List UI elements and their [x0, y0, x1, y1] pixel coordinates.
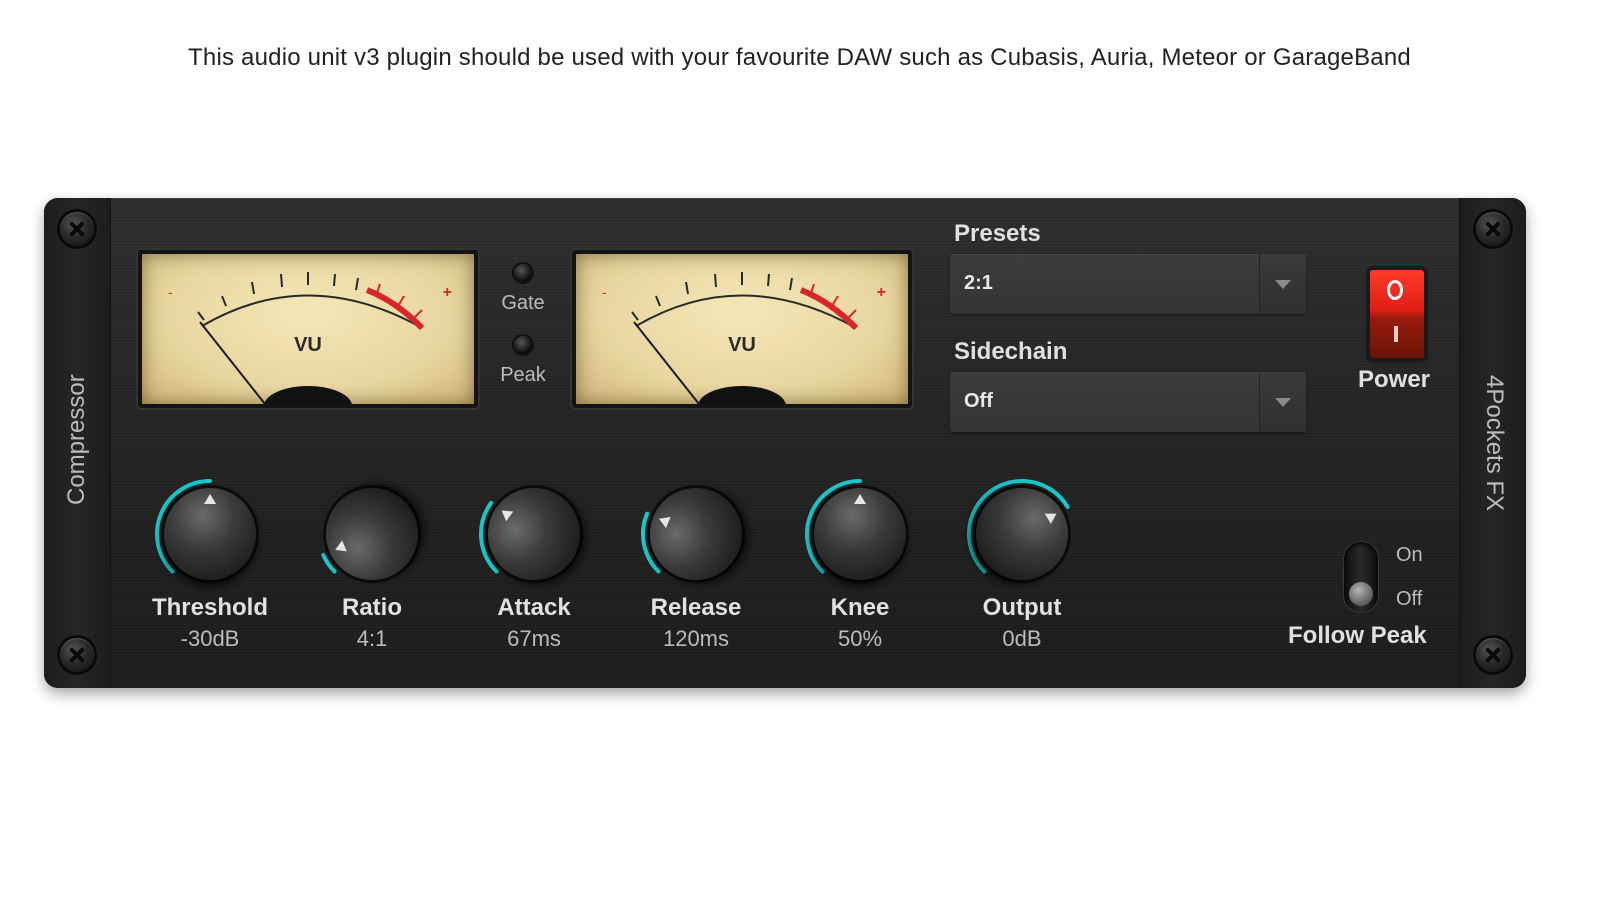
follow-peak-label: Follow Peak	[1288, 622, 1427, 649]
gate-led	[514, 264, 532, 282]
presets-label: Presets	[954, 220, 1041, 247]
compressor-plugin-panel: Compressor 4Pockets FX VU - + Gate Peak	[44, 198, 1526, 688]
presets-dropdown-arrow[interactable]	[1259, 254, 1306, 314]
vu-plus-label: +	[876, 284, 886, 301]
knob-value: 67ms	[507, 626, 561, 651]
knob-value: -30dB	[180, 626, 240, 651]
knob-threshold-control[interactable]	[151, 475, 269, 593]
knob-label: Knee	[830, 594, 890, 621]
knob-pointer-icon	[854, 494, 866, 504]
vu-plus-label: +	[442, 284, 452, 301]
toggle-thumb[interactable]	[1349, 582, 1373, 606]
chevron-down-icon	[1275, 280, 1291, 289]
chevron-down-icon	[1275, 398, 1291, 407]
knob-attack-control[interactable]	[469, 469, 599, 599]
power-off-symbol-icon	[1387, 280, 1403, 300]
vu-minus-label: -	[168, 284, 173, 300]
knob-pointer-icon	[332, 540, 347, 556]
sidechain-dropdown[interactable]: Off	[950, 372, 1306, 432]
knob-knee-control[interactable]	[801, 475, 919, 593]
knob-ratio-control[interactable]	[311, 473, 433, 595]
sidechain-label: Sidechain	[954, 338, 1068, 365]
vu-meter-left: VU - +	[138, 250, 478, 408]
sidechain-value: Off	[964, 390, 993, 412]
knob-label: Ratio	[342, 594, 402, 621]
vu-label: VU	[294, 334, 322, 356]
screw-icon	[1476, 638, 1510, 672]
knob-pointer-icon	[656, 513, 671, 529]
knob-label: Threshold	[151, 594, 268, 621]
brand-label: 4Pockets FX	[1481, 375, 1508, 512]
peak-label: Peak	[500, 364, 546, 386]
power-on-symbol-icon	[1394, 326, 1398, 342]
power-switch[interactable]	[1370, 270, 1424, 358]
follow-peak-on-label: On	[1396, 544, 1423, 566]
follow-peak-off-label: Off	[1396, 588, 1423, 610]
knob-label: Attack	[497, 594, 571, 621]
vu-scale-icon	[197, 272, 425, 404]
knob-pointer-icon	[1044, 508, 1060, 524]
knob-label: Output	[982, 594, 1062, 621]
knob-pointer-icon	[498, 505, 514, 522]
vu-meter-right: VU - +	[572, 250, 912, 408]
vu-scale-icon	[631, 272, 859, 404]
follow-peak-toggle[interactable]	[1344, 542, 1378, 612]
gate-label: Gate	[501, 292, 545, 314]
power-label: Power	[1358, 366, 1431, 393]
knob-value: 0dB	[1002, 626, 1042, 651]
knob-cap[interactable]	[814, 488, 906, 580]
knob-release-control[interactable]	[635, 473, 757, 595]
peak-led	[514, 336, 532, 354]
plugin-caption: This audio unit v3 plugin should be used…	[188, 44, 1411, 71]
plugin-name-label: Compressor	[63, 374, 90, 505]
presets-dropdown[interactable]: 2:1	[950, 254, 1306, 314]
sidechain-dropdown-arrow[interactable]	[1259, 372, 1306, 432]
knob-pointer-icon	[204, 494, 216, 504]
knob-cap[interactable]	[164, 488, 256, 580]
screw-icon	[60, 638, 94, 672]
presets-value: 2:1	[964, 272, 993, 294]
knob-value: 50%	[837, 626, 883, 651]
vu-minus-label: -	[602, 284, 607, 300]
knob-value: 4:1	[356, 626, 388, 651]
knob-value: 120ms	[662, 626, 730, 651]
knob-label: Release	[650, 594, 742, 621]
knob-output-control[interactable]	[958, 470, 1086, 598]
screw-icon	[1476, 212, 1510, 246]
screw-icon	[60, 212, 94, 246]
vu-label: VU	[728, 334, 756, 356]
